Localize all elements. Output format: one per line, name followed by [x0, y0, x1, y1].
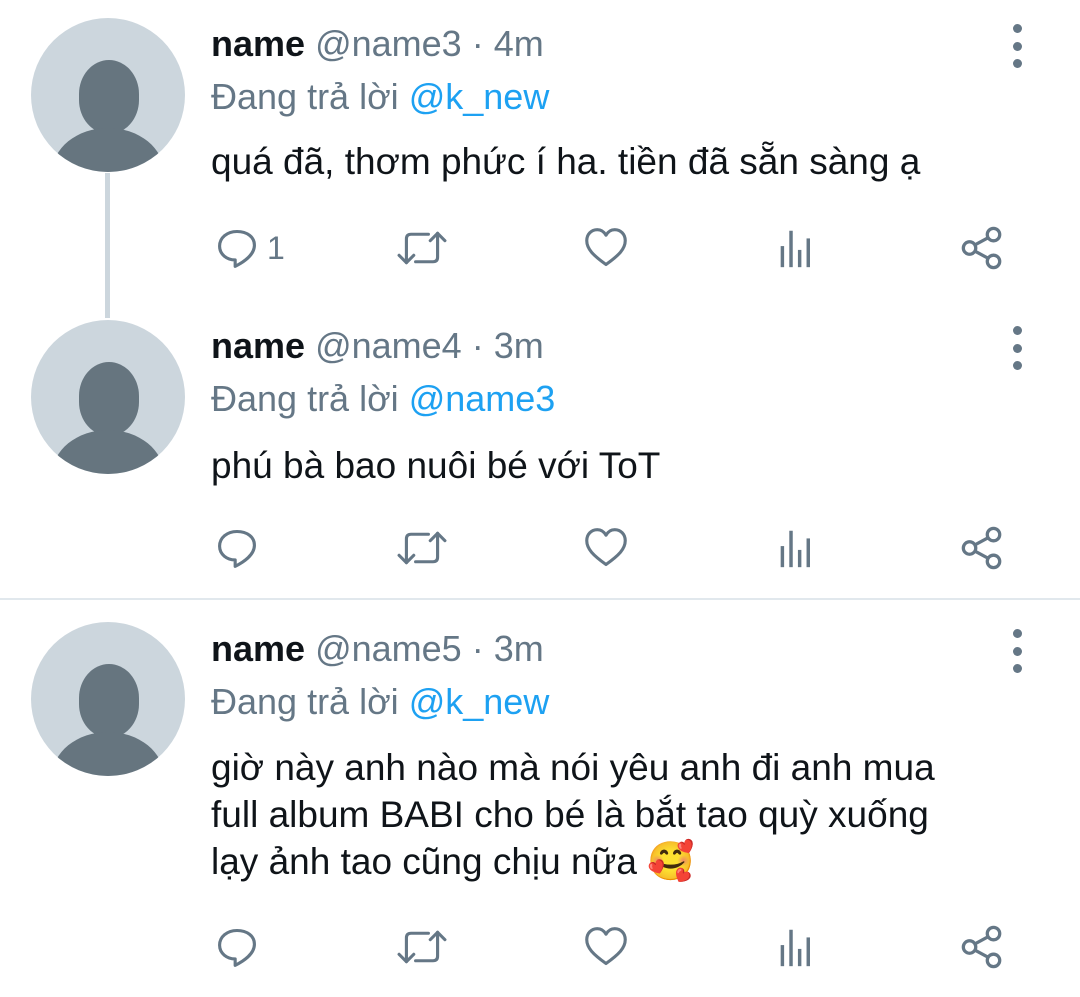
tweet-text-line-content: lạy ảnh tao cũng chịu nữa [211, 841, 637, 882]
mention-link[interactable]: @k_new [409, 681, 550, 722]
tweet-header: name @name4 · 3m [211, 324, 544, 368]
like-button[interactable] [583, 224, 629, 272]
tweet-text-line: lạy ảnh tao cũng chịu nữa 🥰 [211, 838, 1041, 886]
timestamp[interactable]: 4m [494, 23, 544, 64]
more-vertical-icon[interactable] [1008, 326, 1026, 370]
replying-to: Đang trả lời @name3 [211, 377, 555, 421]
share-button[interactable] [959, 923, 1005, 971]
tweet-header: name @name3 · 4m [211, 22, 544, 66]
user-handle[interactable]: @name5 [315, 628, 462, 669]
timestamp[interactable]: 3m [494, 325, 544, 366]
tweet[interactable]: name @name5 · 3m Đang trả lời @k_new giờ… [0, 600, 1080, 997]
analytics-button[interactable] [776, 923, 816, 971]
tweet-text-line: giờ này anh nào mà nói yêu anh đi anh mu… [211, 747, 935, 788]
tweet-text-line: full album BABI cho bé là bắt tao quỳ xu… [211, 794, 929, 835]
avatar[interactable] [31, 622, 185, 776]
user-handle[interactable]: @name4 [315, 325, 462, 366]
replying-to: Đang trả lời @k_new [211, 75, 549, 119]
avatar-placeholder-icon [79, 664, 139, 738]
tweet[interactable]: name @name4 · 3m Đang trả lời @name3 phú… [0, 300, 1080, 598]
separator: · [471, 325, 484, 366]
tweet-actions [0, 524, 1080, 572]
retweet-icon [397, 226, 447, 270]
tweet-header: name @name5 · 3m [211, 627, 544, 671]
tweet-actions [0, 923, 1080, 971]
user-handle[interactable]: @name3 [315, 23, 462, 64]
reply-button[interactable] [215, 923, 267, 971]
retweet-button[interactable] [397, 524, 447, 572]
like-icon [583, 526, 629, 570]
share-button[interactable] [959, 524, 1005, 572]
like-button[interactable] [583, 524, 629, 572]
reply-icon [215, 925, 259, 969]
share-icon [959, 525, 1005, 571]
analytics-icon [776, 924, 816, 970]
like-icon [583, 226, 629, 270]
smiling-face-hearts-emoji: 🥰 [647, 841, 695, 883]
avatar[interactable] [31, 320, 185, 474]
tweet-text: giờ này anh nào mà nói yêu anh đi anh mu… [211, 744, 1041, 886]
reply-icon [215, 226, 259, 270]
like-button[interactable] [583, 923, 629, 971]
retweet-icon [397, 526, 447, 570]
replying-label: Đang trả lời [211, 378, 399, 419]
mention-link[interactable]: @name3 [409, 378, 556, 419]
timestamp[interactable]: 3m [494, 628, 544, 669]
replying-to: Đang trả lời @k_new [211, 680, 549, 724]
tweet[interactable]: name @name3 · 4m Đang trả lời @k_new quá… [0, 0, 1080, 318]
share-icon [959, 924, 1005, 970]
avatar[interactable] [31, 18, 185, 172]
like-icon [583, 925, 629, 969]
share-icon [959, 225, 1005, 271]
avatar-placeholder-icon [79, 362, 139, 436]
separator: · [471, 23, 484, 64]
replying-label: Đang trả lời [211, 681, 399, 722]
reply-button[interactable] [215, 524, 267, 572]
more-vertical-icon[interactable] [1008, 629, 1026, 673]
retweet-button[interactable] [397, 224, 447, 272]
reply-icon [215, 526, 259, 570]
display-name[interactable]: name [211, 325, 305, 366]
tweet-feed: name @name3 · 4m Đang trả lời @k_new quá… [0, 0, 1080, 997]
retweet-button[interactable] [397, 923, 447, 971]
analytics-button[interactable] [776, 524, 816, 572]
tweet-text: phú bà bao nuôi bé với ToT [211, 445, 661, 486]
display-name[interactable]: name [211, 23, 305, 64]
display-name[interactable]: name [211, 628, 305, 669]
more-vertical-icon[interactable] [1008, 24, 1026, 68]
analytics-icon [776, 225, 816, 271]
analytics-icon [776, 525, 816, 571]
reply-count: 1 [267, 229, 285, 266]
tweet-text: quá đã, thơm phức í ha. tiền đã sẵn sàng… [211, 141, 921, 182]
share-button[interactable] [959, 224, 1005, 272]
tweet-actions: 1 [0, 224, 1080, 272]
mention-link[interactable]: @k_new [409, 76, 550, 117]
reply-button[interactable]: 1 [215, 224, 285, 272]
replying-label: Đang trả lời [211, 76, 399, 117]
analytics-button[interactable] [776, 224, 816, 272]
separator: · [471, 628, 484, 669]
retweet-icon [397, 925, 447, 969]
avatar-placeholder-icon [79, 60, 139, 134]
